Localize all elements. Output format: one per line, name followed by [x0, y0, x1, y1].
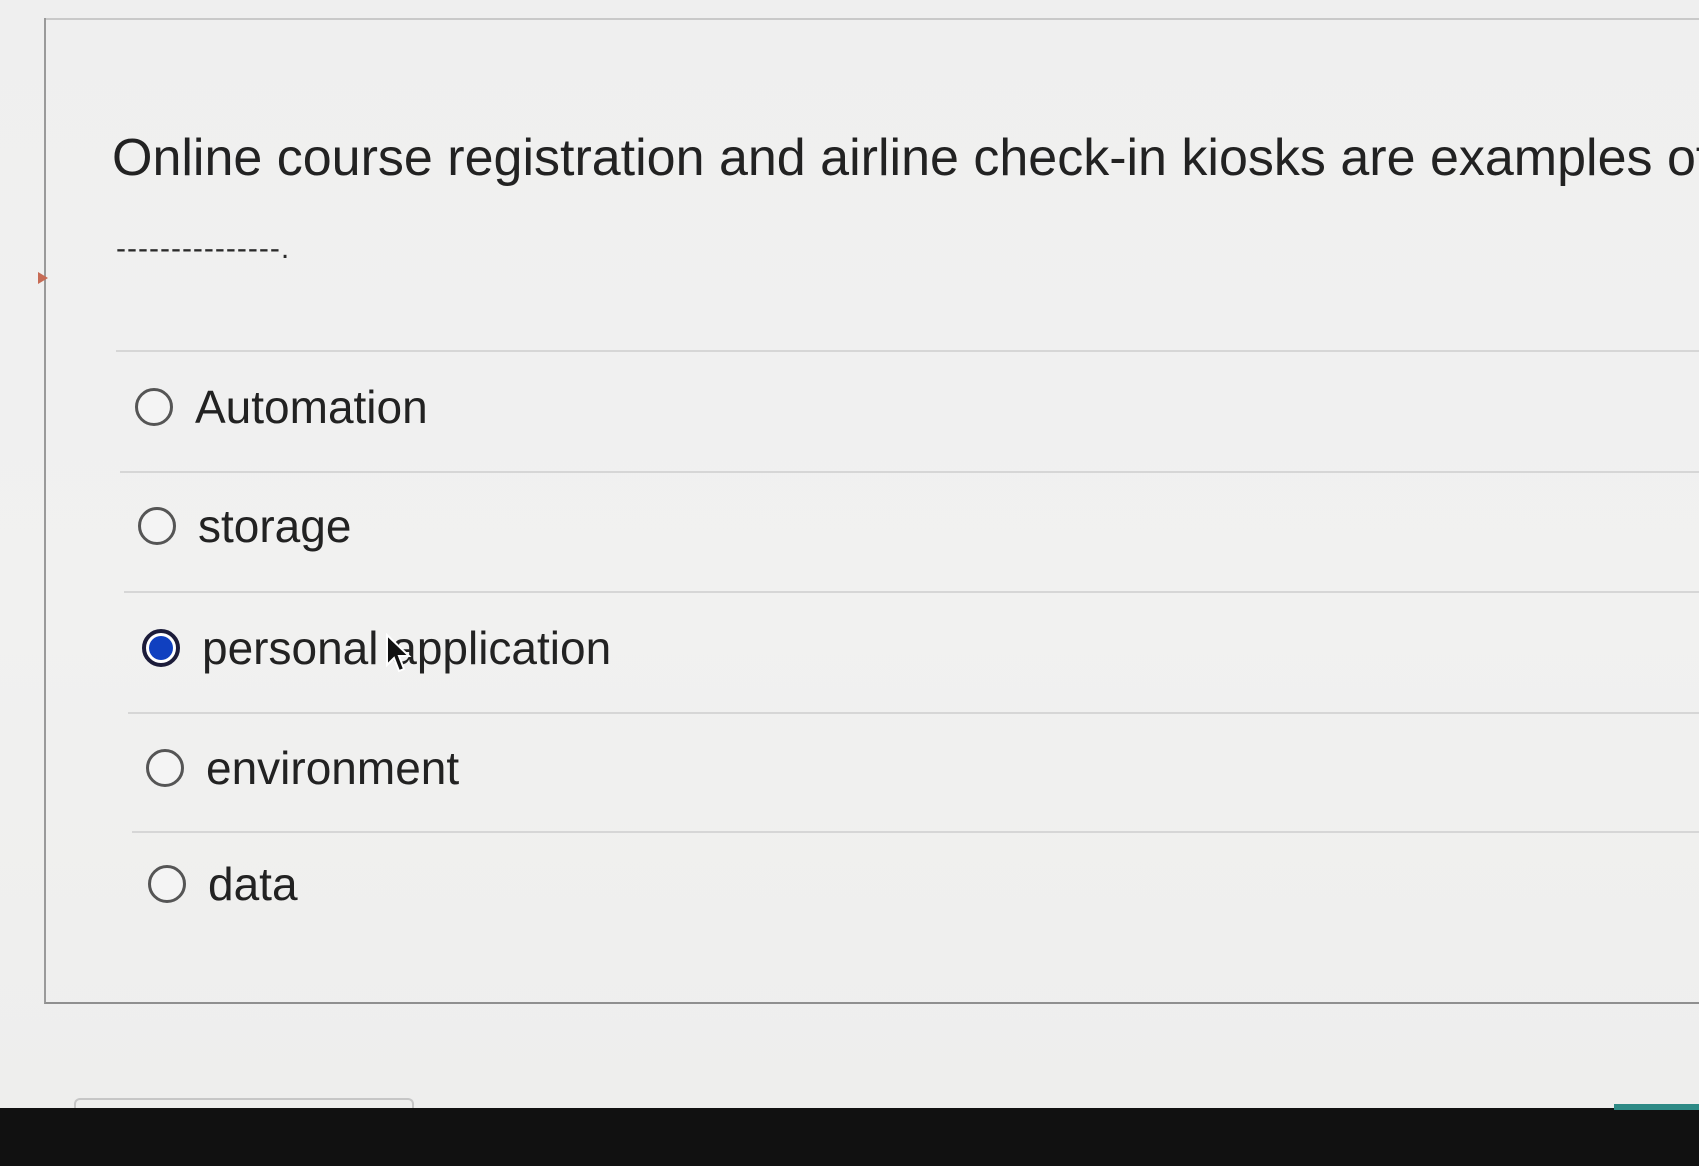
- bottom-tab[interactable]: [74, 1098, 414, 1108]
- quiz-screen: Online course registration and airline c…: [0, 0, 1699, 1110]
- option-divider: [124, 591, 1699, 593]
- option-label: storage: [198, 500, 352, 552]
- option-personal-application[interactable]: personal application: [142, 608, 611, 688]
- question-text: Online course registration and airline c…: [112, 129, 1699, 187]
- radio-storage[interactable]: [138, 507, 176, 545]
- answers-top-divider: [116, 350, 1699, 352]
- radio-personal-application-selected[interactable]: [142, 629, 180, 667]
- option-environment[interactable]: environment: [146, 728, 459, 808]
- option-storage[interactable]: storage: [138, 486, 351, 566]
- option-automation[interactable]: Automation: [135, 367, 428, 447]
- radio-environment[interactable]: [146, 749, 184, 787]
- option-data[interactable]: data: [148, 844, 298, 924]
- option-label: environment: [206, 742, 460, 794]
- option-label: data: [208, 858, 298, 910]
- option-label: Automation: [195, 381, 428, 433]
- question-marker-icon: [38, 272, 48, 284]
- radio-data[interactable]: [148, 865, 186, 903]
- option-divider: [132, 831, 1699, 833]
- teal-status-bar: [1614, 1104, 1699, 1110]
- option-divider: [128, 712, 1699, 714]
- question-blank: ---------------.: [116, 232, 291, 265]
- radio-automation[interactable]: [135, 388, 173, 426]
- option-divider: [120, 471, 1699, 473]
- radio-selected-dot: [149, 636, 173, 660]
- mouse-pointer-icon: [385, 632, 413, 680]
